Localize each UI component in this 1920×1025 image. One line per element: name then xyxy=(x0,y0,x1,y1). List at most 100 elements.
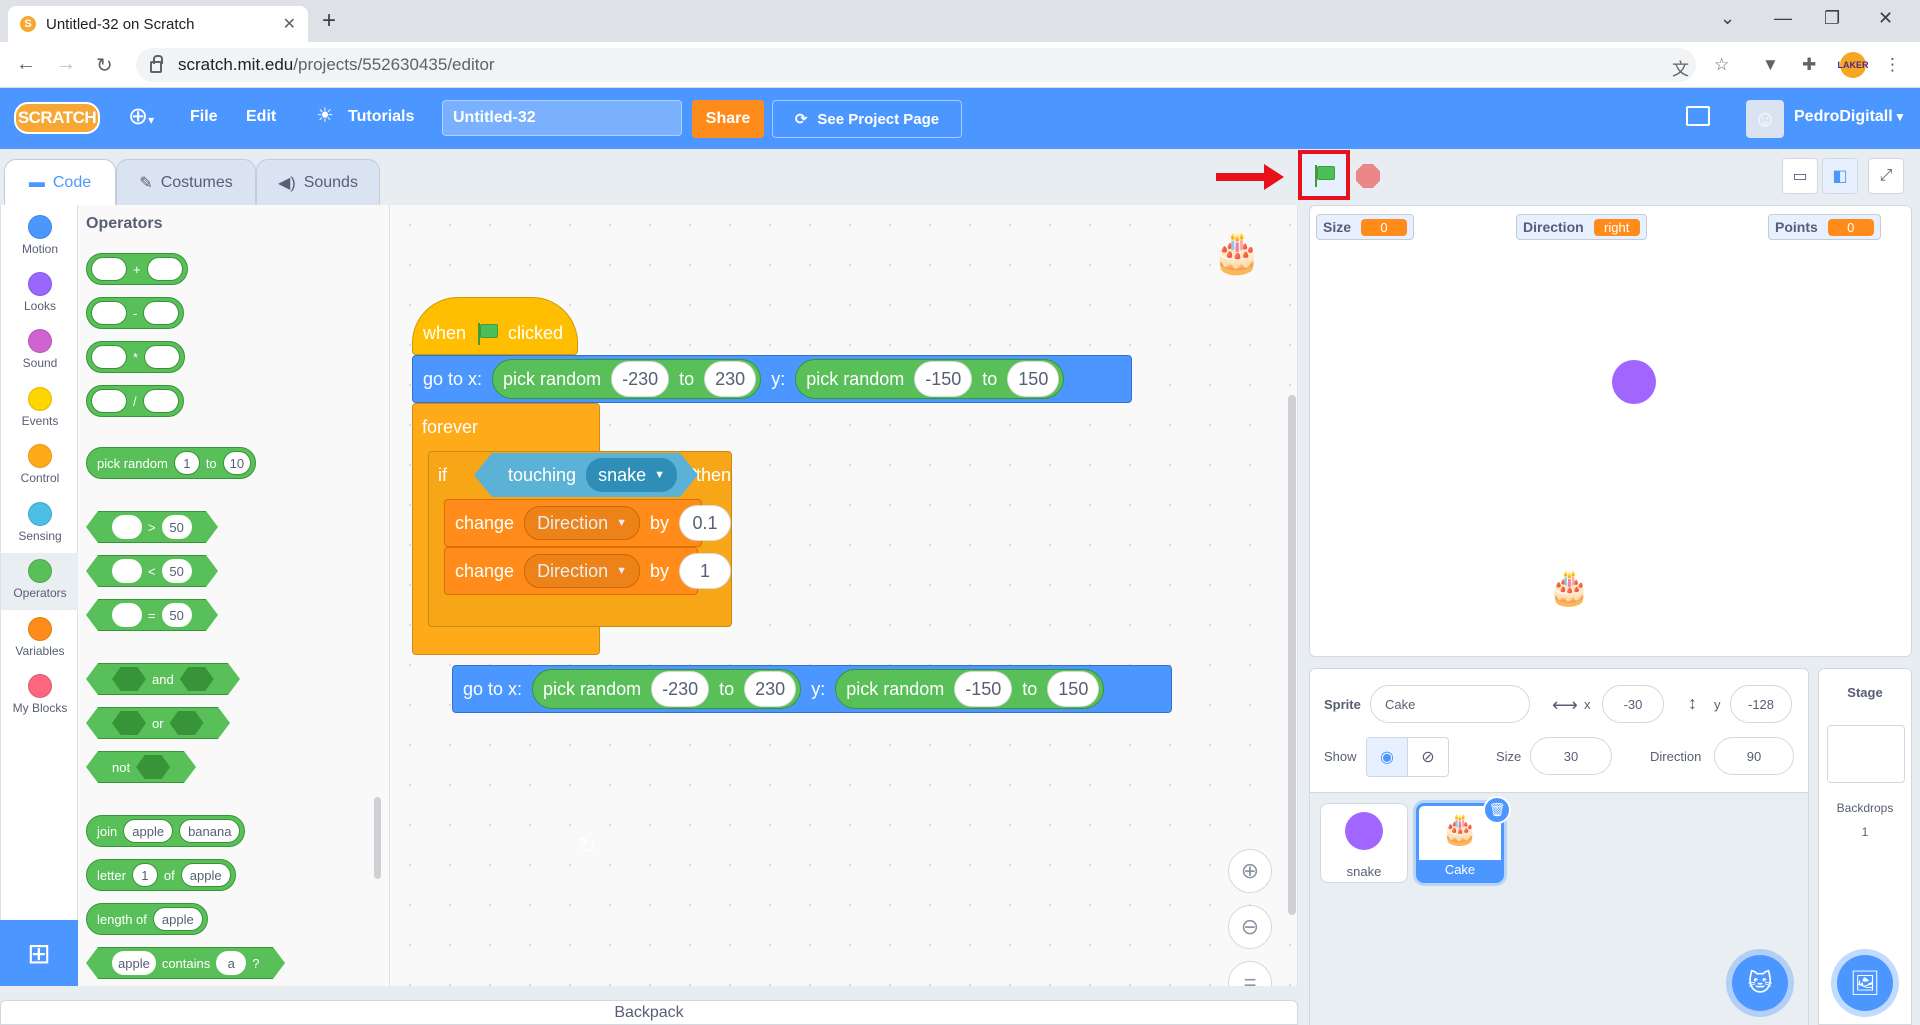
letter-index-slot[interactable]: 1 xyxy=(131,863,158,887)
pick-random-y[interactable]: pick random -150 to 150 xyxy=(835,669,1105,709)
touching-target-dropdown[interactable]: snake ▼ xyxy=(586,458,677,492)
pick-random-block[interactable]: pick random 1 to 10 xyxy=(86,447,257,479)
contains-block[interactable]: apple contains a ? xyxy=(85,947,286,979)
close-window-icon[interactable]: ✕ xyxy=(1878,8,1893,29)
palette-scrollbar[interactable] xyxy=(374,797,381,879)
length-of-block[interactable]: length of apple xyxy=(86,903,208,935)
length-word-slot[interactable]: apple xyxy=(152,907,203,931)
when-flag-clicked-block[interactable]: when clicked xyxy=(412,297,578,355)
variable-monitor-size[interactable]: Size 0 xyxy=(1316,214,1415,240)
change-value-input[interactable]: 1 xyxy=(679,553,731,589)
category-looks[interactable]: Looks xyxy=(1,266,79,323)
join-block[interactable]: join apple banana xyxy=(86,815,246,847)
show-sprite-button[interactable]: ◉ xyxy=(1366,737,1408,777)
block-slot[interactable] xyxy=(144,345,181,369)
go-to-xy-block[interactable]: go to x: pick random -230 to 230 y: pick… xyxy=(412,355,1132,403)
sprite-tile-snake[interactable]: snake xyxy=(1320,803,1408,883)
stage-selector[interactable]: Stage Backdrops 1 🖼 xyxy=(1818,668,1912,1025)
change-variable-block[interactable]: change Direction ▼ by 0.1 xyxy=(444,499,731,547)
variable-monitor-points[interactable]: Points 0 xyxy=(1768,214,1881,240)
block-slot[interactable] xyxy=(91,257,127,281)
category-control[interactable]: Control xyxy=(1,438,79,495)
boolean-slot[interactable] xyxy=(179,667,214,691)
tab-costumes[interactable]: ✎ Costumes xyxy=(116,159,256,205)
variable-monitor-direction[interactable]: Direction right xyxy=(1516,214,1647,240)
hide-sprite-button[interactable]: ⊘ xyxy=(1407,737,1449,777)
file-menu[interactable]: File xyxy=(190,108,218,126)
boolean-slot[interactable] xyxy=(136,755,171,779)
share-button[interactable]: Share xyxy=(692,100,764,138)
y-to-input[interactable]: 150 xyxy=(1007,361,1060,397)
edit-menu[interactable]: Edit xyxy=(246,108,276,126)
reload-icon[interactable]: ↻ xyxy=(96,53,113,78)
snake-sprite[interactable] xyxy=(1612,360,1656,404)
equals-block[interactable]: = 50 xyxy=(86,599,218,631)
profile-avatar[interactable]: LAKER xyxy=(1838,52,1869,78)
go-to-xy-block[interactable]: go to x: pick random -230 to 230 y: pick… xyxy=(452,665,1172,713)
restore-icon[interactable]: ❐ xyxy=(1824,8,1840,29)
extensions-puzzle-icon[interactable]: ✚ xyxy=(1802,55,1816,75)
script-area[interactable]: 🎂 when clicked go to x: pick random -230… xyxy=(390,205,1298,986)
touching-block[interactable]: touching snake ▼ ? xyxy=(474,453,698,497)
script-area-scrollbar[interactable] xyxy=(1288,395,1296,915)
subtract-block[interactable]: - xyxy=(86,297,185,329)
block-slot[interactable] xyxy=(112,559,142,583)
tab-search-icon[interactable]: ⌄ xyxy=(1720,8,1735,29)
zoom-in-button[interactable]: ⊕ xyxy=(1228,849,1272,893)
forward-icon[interactable]: → xyxy=(56,53,76,76)
change-variable-block[interactable]: change Direction ▼ by 1 xyxy=(444,547,731,595)
browser-menu-icon[interactable]: ⋮ xyxy=(1884,55,1901,75)
x-input[interactable]: -30 xyxy=(1602,685,1664,723)
greater-than-block[interactable]: >50 xyxy=(86,511,218,543)
project-title-input[interactable]: Untitled-32 xyxy=(442,100,682,136)
translate-icon[interactable]: 文 xyxy=(1672,55,1689,80)
block-slot[interactable] xyxy=(146,257,183,281)
pick-random-x[interactable]: pick random -230 to 230 xyxy=(532,669,802,709)
category-operators[interactable]: Operators xyxy=(1,553,79,610)
or-block[interactable]: or xyxy=(86,707,230,739)
boolean-slot[interactable] xyxy=(112,711,146,735)
block-slot[interactable] xyxy=(143,301,180,325)
block-slot[interactable]: 50 xyxy=(161,603,192,627)
multiply-block[interactable]: * xyxy=(86,341,186,373)
delete-sprite-icon[interactable]: 🗑 xyxy=(1483,796,1511,824)
block-slot[interactable] xyxy=(112,515,142,539)
variable-dropdown[interactable]: Direction ▼ xyxy=(524,506,640,540)
minimize-icon[interactable]: — xyxy=(1774,8,1792,29)
variable-dropdown[interactable]: Direction ▼ xyxy=(524,554,640,588)
fullscreen-button[interactable]: ⤢ xyxy=(1868,158,1904,194)
and-block[interactable]: and xyxy=(86,663,240,695)
tutorials-button[interactable]: Tutorials xyxy=(348,108,414,126)
tab-sounds[interactable]: ◀) Sounds xyxy=(256,159,380,205)
letter-of-block[interactable]: letter 1 of apple xyxy=(86,859,236,891)
small-stage-button[interactable]: ▭ xyxy=(1782,158,1818,194)
tab-close-icon[interactable]: ✕ xyxy=(283,14,296,34)
direction-input[interactable]: 90 xyxy=(1714,737,1794,775)
user-avatar[interactable]: ☺ xyxy=(1746,100,1784,138)
block-slot[interactable]: 50 xyxy=(161,515,192,539)
zoom-out-button[interactable]: ⊖ xyxy=(1228,905,1272,949)
join-b-slot[interactable]: banana xyxy=(179,819,241,843)
bookmark-star-icon[interactable]: ☆ xyxy=(1714,55,1729,75)
category-my-blocks[interactable]: My Blocks xyxy=(1,668,79,725)
block-slot[interactable] xyxy=(91,301,127,325)
not-block[interactable]: not xyxy=(85,751,197,783)
cake-sprite-icon[interactable]: 🎂 xyxy=(1548,568,1590,608)
less-than-block[interactable]: <50 xyxy=(86,555,218,587)
x-to-input[interactable]: 230 xyxy=(744,671,797,707)
browser-tab[interactable]: S Untitled-32 on Scratch ✕ xyxy=(8,6,308,42)
block-slot[interactable] xyxy=(91,345,127,369)
category-variables[interactable]: Variables xyxy=(1,611,79,668)
category-motion[interactable]: Motion xyxy=(1,209,79,266)
random-from-slot[interactable]: 1 xyxy=(173,451,200,475)
contains-letter-slot[interactable]: a xyxy=(216,951,247,975)
y-to-input[interactable]: 150 xyxy=(1047,671,1100,707)
sprite-name-input[interactable]: Cake xyxy=(1370,685,1530,723)
add-sprite-button[interactable]: 🐱 xyxy=(1732,955,1788,1011)
scratch-logo[interactable]: SCRATCH xyxy=(14,102,100,134)
block-slot[interactable] xyxy=(91,389,127,413)
boolean-slot[interactable] xyxy=(169,711,204,735)
y-from-input[interactable]: -150 xyxy=(914,361,973,397)
user-menu-caret-icon[interactable]: ▼ xyxy=(1894,110,1906,124)
language-globe-icon[interactable]: ⊕▾ xyxy=(128,102,154,131)
